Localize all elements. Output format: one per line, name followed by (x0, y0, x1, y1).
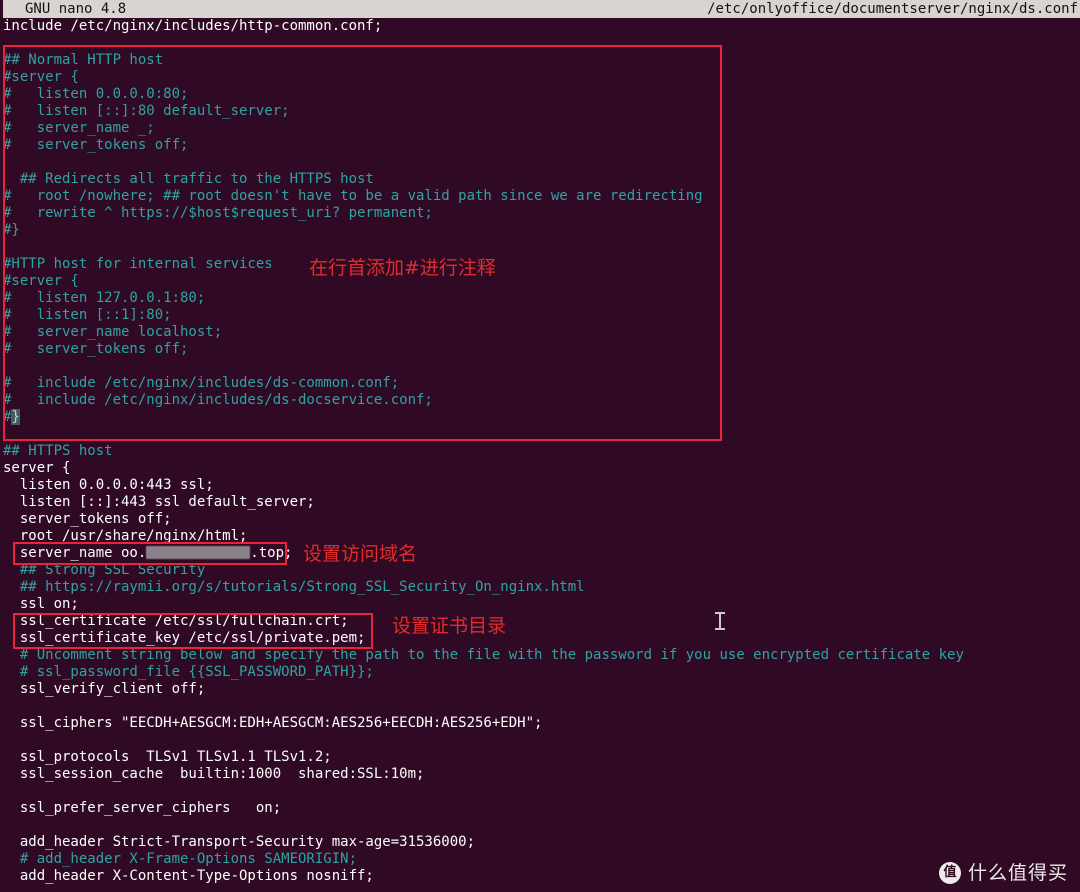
text-cursor: } (11, 409, 20, 425)
editor-line: ## https://raymii.org/s/tutorials/Strong… (3, 579, 585, 595)
editor-line: # rewrite ^ https://$host$request_uri? p… (3, 205, 433, 221)
editor-line: ## Normal HTTP host (3, 52, 164, 68)
editor-line: ssl_prefer_server_ciphers on; (3, 800, 282, 816)
editor-line: # include /etc/nginx/includes/ds-common.… (3, 375, 400, 391)
terminal-window: GNU nano 4.8 /etc/onlyoffice/documentser… (0, 0, 1080, 892)
editor-line: # Uncomment string below and specify the… (3, 647, 964, 663)
editor-line: #server { (3, 273, 79, 289)
editor-line: ## Redirects all traffic to the HTTPS ho… (3, 171, 374, 187)
editor-line: # ssl_password_file {{SSL_PASSWORD_PATH}… (3, 664, 374, 680)
editor-line: # add_header X-Frame-Options SAMEORIGIN; (3, 851, 358, 867)
editor-line: add_header Strict-Transport-Security max… (3, 834, 476, 850)
editor-line: root /usr/share/nginx/html; (3, 528, 248, 544)
editor-line: ## HTTPS host (3, 443, 113, 459)
editor-line: server_tokens off; (3, 511, 172, 527)
editor-line: # root /nowhere; ## root doesn't have to… (3, 188, 703, 204)
editor-line: add_header X-Content-Type-Options nosnif… (3, 868, 374, 884)
redacted-domain-block (146, 546, 251, 559)
editor-line-text: server_name oo. (3, 545, 147, 561)
editor-line: listen [::]:443 ssl default_server; (3, 494, 315, 510)
editor-line: ssl_certificate_key /etc/ssl/private.pem… (3, 630, 366, 646)
annotation-label-comment-hint: 在行首添加#进行注释 (309, 257, 496, 279)
nano-app-version: GNU nano 4.8 (25, 1, 127, 17)
editor-line: # server_tokens off; (3, 137, 189, 153)
editor-line: # server_name localhost; (3, 324, 223, 340)
editor-line: # listen 0.0.0.0:80; (3, 86, 189, 102)
editor-line: listen 0.0.0.0:443 ssl; (3, 477, 214, 493)
nano-title-bar: GNU nano 4.8 /etc/onlyoffice/documentser… (0, 0, 1080, 18)
editor-line: ssl on; (3, 596, 79, 612)
title-bar-left-edge (0, 0, 3, 18)
editor-line: ssl_session_cache builtin:1000 shared:SS… (3, 766, 425, 782)
watermark: 值 什么值得买 (938, 862, 1068, 884)
watermark-text: 什么值得买 (967, 862, 1068, 884)
editor-line: ssl_ciphers "EECDH+AESGCM:EDH+AESGCM:AES… (3, 715, 543, 731)
editor-line: server_name oo. .top; (0, 545, 1080, 562)
editor-line: #} (3, 222, 20, 238)
annotation-label-domain-hint: 设置访问域名 (303, 543, 418, 565)
editor-line: ssl_verify_client off; (3, 681, 206, 697)
editor-line: # listen [::1]:80; (3, 307, 172, 323)
editor-line: #HTTP host for internal services (3, 256, 273, 272)
editor-line: #} (0, 409, 1080, 426)
editor-text-area[interactable]: include /etc/nginx/includes/http-common.… (0, 18, 1080, 892)
editor-line: # listen [::]:80 default_server; (3, 103, 290, 119)
mouse-ibeam-cursor (715, 611, 725, 631)
editor-line: # listen 127.0.0.1:80; (3, 290, 206, 306)
editor-line: ssl_protocols TLSv1 TLSv1.1 TLSv1.2; (3, 749, 332, 765)
editor-line: # server_tokens off; (3, 341, 189, 357)
editor-line: # server_name _; (3, 120, 155, 136)
nano-file-path: /etc/onlyoffice/documentserver/nginx/ds.… (707, 1, 1078, 17)
editor-line: ## Strong SSL Security (3, 562, 206, 578)
editor-line: # include /etc/nginx/includes/ds-docserv… (3, 392, 433, 408)
annotation-label-certdir-hint: 设置证书目录 (392, 615, 507, 637)
editor-line: #server { (3, 69, 79, 85)
watermark-logo-icon: 值 (938, 862, 961, 884)
editor-line: include /etc/nginx/includes/http-common.… (3, 18, 383, 34)
editor-line: ssl_certificate /etc/ssl/fullchain.crt; (3, 613, 349, 629)
editor-line: server { (3, 460, 71, 476)
editor-line-suffix: .top; (250, 545, 293, 561)
